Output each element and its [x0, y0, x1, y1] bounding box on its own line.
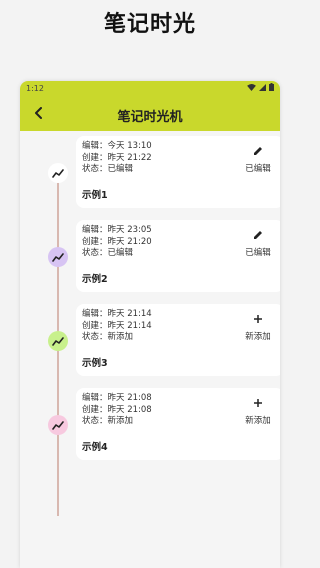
- edited-time: 编辑：昨天 23:05: [82, 225, 152, 235]
- timeline-node: [48, 415, 68, 435]
- trend-icon: [52, 336, 64, 346]
- action-label: 新添加: [245, 332, 271, 342]
- page-heading: 笔记时光: [103, 12, 196, 37]
- status-icons: [247, 83, 274, 91]
- edited-time: 编辑：昨天 21:08: [82, 393, 152, 403]
- note-card[interactable]: 编辑：昨天 23:05 创建：昨天 21:20 状态：已编辑 示例2 已编辑: [76, 220, 280, 292]
- note-status: 状态：新添加: [82, 332, 134, 342]
- edited-button[interactable]: 已编辑: [238, 228, 278, 258]
- edited-time: 编辑：今天 13:10: [82, 141, 152, 151]
- pencil-icon: [254, 231, 262, 239]
- timeline-node: [48, 331, 68, 351]
- signal-icon: [259, 83, 266, 91]
- trend-icon: [52, 420, 64, 430]
- new-added-button[interactable]: 新添加: [238, 312, 278, 342]
- battery-icon: [269, 83, 274, 91]
- note-card[interactable]: 编辑：昨天 21:14 创建：昨天 21:14 状态：新添加 示例3 新添加: [76, 304, 280, 376]
- note-meta: 编辑：昨天 21:14 创建：昨天 21:14 状态：新添加: [82, 309, 152, 344]
- app-bar: 1:12 笔记时光机: [20, 81, 280, 131]
- note-title: 示例3: [82, 358, 108, 369]
- edited-button[interactable]: 已编辑: [238, 144, 278, 174]
- note-card[interactable]: 编辑：昨天 21:08 创建：昨天 21:08 状态：新添加 示例4 新添加: [76, 388, 280, 460]
- note-meta: 编辑：今天 13:10 创建：昨天 21:22 状态：已编辑: [82, 141, 152, 176]
- note-status: 状态：已编辑: [82, 248, 134, 258]
- note-title: 示例1: [82, 190, 108, 201]
- created-time: 创建：昨天 21:20: [82, 236, 152, 247]
- pencil-icon: [254, 147, 262, 155]
- note-status: 状态：已编辑: [82, 164, 134, 174]
- edited-time: 编辑：昨天 21:14: [82, 309, 152, 319]
- trend-icon: [52, 252, 64, 262]
- created-time: 创建：昨天 21:08: [82, 404, 152, 415]
- new-added-button[interactable]: 新添加: [238, 396, 278, 426]
- app-bar-title: 笔记时光机: [117, 110, 183, 125]
- action-label: 已编辑: [245, 164, 271, 174]
- trend-icon: [52, 168, 64, 178]
- note-meta: 编辑：昨天 23:05 创建：昨天 21:20 状态：已编辑: [82, 225, 152, 260]
- note-title: 示例4: [82, 442, 108, 453]
- status-time: 1:12: [26, 84, 44, 93]
- action-label: 新添加: [245, 416, 271, 426]
- note-title: 示例2: [82, 274, 108, 285]
- created-time: 创建：昨天 21:14: [82, 320, 152, 331]
- timeline-node: [48, 247, 68, 267]
- action-label: 已编辑: [245, 248, 271, 258]
- timeline-node: [48, 163, 68, 183]
- note-status: 状态：新添加: [82, 416, 134, 426]
- phone-screen: 1:12 笔记时光机 编辑：今天 13:10 创建：昨天 21:22 状态：已编…: [20, 81, 280, 568]
- wifi-icon: [247, 83, 256, 91]
- plus-icon: [254, 399, 262, 407]
- note-meta: 编辑：昨天 21:08 创建：昨天 21:08 状态：新添加: [82, 393, 152, 428]
- plus-icon: [254, 315, 262, 323]
- note-card[interactable]: 编辑：今天 13:10 创建：昨天 21:22 状态：已编辑 示例1 已编辑: [76, 136, 280, 208]
- created-time: 创建：昨天 21:22: [82, 152, 152, 163]
